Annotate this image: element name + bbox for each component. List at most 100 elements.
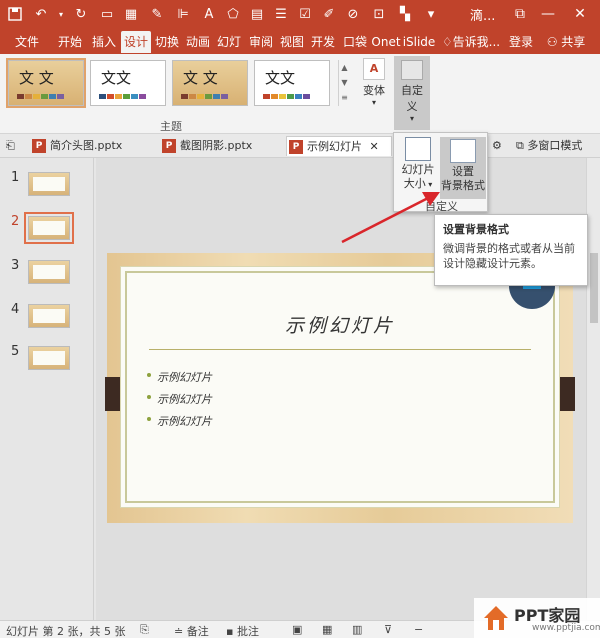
thumbnail-image [28, 260, 70, 284]
ppt-icon: P [162, 139, 176, 153]
bullet-icon[interactable]: ☰ [270, 3, 292, 25]
current-slide[interactable]: 示例幻灯片 示例幻灯片 示例幻灯片 示例幻灯片 [105, 253, 575, 523]
theme-thumbnail-3[interactable]: 文 文 [172, 60, 248, 106]
customize-group-label: 自定义 [425, 200, 458, 213]
tab-islide[interactable]: iSlide [402, 31, 436, 53]
minimize-icon[interactable]: — [536, 2, 560, 26]
color-palette-icon[interactable]: ▚ [394, 3, 416, 25]
gallery-more-icon[interactable]: ≡ [339, 90, 350, 105]
reading-view-icon[interactable]: ▥ [352, 623, 362, 636]
slide-size-icon [405, 137, 431, 161]
image-icon[interactable]: ▤ [246, 3, 268, 25]
tab-review[interactable]: 审阅 [246, 31, 276, 53]
theme-thumbnail-1[interactable]: 文 文 [6, 58, 86, 108]
theme-swatches [263, 94, 311, 99]
format-background-tooltip: 设置背景格式 微调背景的格式或者从当前设计隐藏设计元素。 [434, 214, 588, 286]
login-link[interactable]: 登录 [506, 31, 536, 53]
theme-thumbnail-2[interactable]: 文文 [90, 60, 166, 106]
chevron-down-icon: ▾ [371, 98, 376, 107]
slide-bullet[interactable]: 示例幻灯片 [147, 391, 212, 407]
slide-thumbnail-pane: 1 2 3 4 5 [0, 158, 94, 620]
watermark-logo: PPT家园 www.pptjia.com [474, 598, 600, 638]
format-painter-icon[interactable]: ✐ [318, 3, 340, 25]
title-bar: ↶ ▾ ↻ ▭ ▦ ✎ ⊫ A ⬠ ▤ ☰ ☑ ✐ ⊘ ⊡ ▚ ▾ 滴... ⧉… [0, 0, 600, 28]
spellcheck-icon[interactable]: ⎘ [140, 623, 149, 637]
chevron-up-icon[interactable]: ▲ [339, 60, 350, 75]
window-icon: ⧉ [516, 139, 524, 152]
chevron-down-icon: ▾ [409, 114, 414, 123]
zoom-out-icon[interactable]: − [414, 623, 423, 636]
themes-group-label: 主题 [160, 120, 182, 133]
slide-size-button[interactable]: 幻灯片 大小 ▾ [397, 137, 439, 192]
align-icon[interactable]: ⊫ [172, 3, 194, 25]
thumbnail-image [28, 346, 70, 370]
slide-bullet[interactable]: 示例幻灯片 [147, 369, 212, 385]
normal-view-icon[interactable]: ▣ [292, 623, 302, 636]
crop-icon[interactable]: ⊡ [368, 3, 390, 25]
close-icon[interactable]: ✕ [568, 2, 592, 26]
close-tab-icon[interactable]: ✕ [370, 140, 379, 153]
tooltip-description: 微调背景的格式或者从当前设计隐藏设计元素。 [443, 242, 575, 270]
theme-thumbnail-4[interactable]: 文文 [254, 60, 330, 106]
slide-bullet[interactable]: 示例幻灯片 [147, 413, 212, 429]
customize-icon [401, 60, 423, 80]
doc-tab-3[interactable]: P 示例幻灯片 ✕ [286, 136, 392, 156]
gallery-scroll[interactable]: ▲ ▼ ≡ [338, 60, 350, 106]
share-button[interactable]: ⚇ 共享 [540, 31, 592, 53]
slide-thumbnail[interactable]: 4 [0, 302, 94, 342]
lightbulb-icon: ♢ [441, 35, 453, 49]
comments-button[interactable]: ▪ 批注 [226, 623, 259, 638]
slide-sorter-icon[interactable]: ▦ [322, 623, 332, 636]
restore-icon[interactable]: ⧉ [508, 2, 532, 26]
tab-list-icon[interactable]: ⎗ [6, 136, 28, 156]
slide-thumbnail[interactable]: 3 [0, 258, 94, 298]
no-entry-icon[interactable]: ⊘ [342, 3, 364, 25]
more-icon[interactable]: ▾ [420, 3, 442, 25]
check-icon[interactable]: ☑ [294, 3, 316, 25]
save-icon[interactable] [4, 3, 26, 25]
doc-tab-1[interactable]: P 简介头图.pptx [30, 136, 160, 156]
slide-counter: 幻灯片 第 2 张，共 5 张 [6, 625, 126, 638]
grid-icon[interactable]: ▦ [120, 3, 142, 25]
slide-new-icon[interactable]: ▭ [96, 3, 118, 25]
redo-icon[interactable]: ↻ [70, 3, 92, 25]
variants-button[interactable]: A 变体 ▾ [358, 58, 390, 107]
tab-home[interactable]: 开始 [54, 31, 86, 53]
doc-tab-2[interactable]: P 截图阴影.pptx [160, 136, 284, 156]
font-color-icon[interactable]: A [198, 3, 220, 25]
tab-slideshow[interactable]: 幻灯 [214, 31, 244, 53]
vertical-scrollbar[interactable] [586, 158, 600, 620]
thumbnail-image [28, 172, 70, 196]
tab-view[interactable]: 视图 [277, 31, 307, 53]
tab-design[interactable]: 设计 [121, 31, 151, 53]
chevron-down-icon[interactable]: ▼ [339, 75, 350, 90]
theme-swatches [181, 94, 229, 99]
tell-me-box[interactable]: ♢告诉我... [440, 31, 502, 53]
undo-dropdown-icon[interactable]: ▾ [54, 3, 68, 25]
notes-button[interactable]: ≐ 备注 [174, 623, 209, 638]
shape-icon[interactable]: ⬠ [222, 3, 244, 25]
tab-onet[interactable]: Onet [371, 31, 401, 53]
tab-pocket[interactable]: 口袋 [340, 31, 370, 53]
pen-icon[interactable]: ✎ [146, 3, 168, 25]
slide-thumbnail[interactable]: 5 [0, 344, 94, 384]
tab-developer[interactable]: 开发 [308, 31, 338, 53]
tab-insert[interactable]: 插入 [88, 31, 120, 53]
customize-button[interactable]: 自定 义 ▾ [394, 56, 430, 130]
slide-thumbnail[interactable]: 2 [0, 212, 94, 254]
window-title: 滴... [470, 9, 496, 24]
format-background-button[interactable]: 设置 背景格式 [440, 137, 486, 199]
ppt-icon: P [289, 140, 303, 154]
tab-animations[interactable]: 动画 [183, 31, 213, 53]
undo-icon[interactable]: ↶ [30, 3, 52, 25]
slideshow-icon[interactable]: ⊽ [384, 623, 392, 636]
tab-transitions[interactable]: 切换 [152, 31, 182, 53]
tab-file[interactable]: 文件 [8, 31, 46, 53]
slide-thumbnail[interactable]: 1 [0, 170, 94, 210]
thumbnail-image [28, 304, 70, 328]
slide-content-area: 示例幻灯片 示例幻灯片 示例幻灯片 示例幻灯片 [125, 271, 555, 503]
settings-icon[interactable]: ⚙ [492, 136, 512, 156]
slide-title[interactable]: 示例幻灯片 [127, 311, 553, 338]
multi-window-button[interactable]: ⧉ 多窗口模式 [516, 136, 600, 156]
scrollbar-thumb[interactable] [590, 253, 598, 323]
